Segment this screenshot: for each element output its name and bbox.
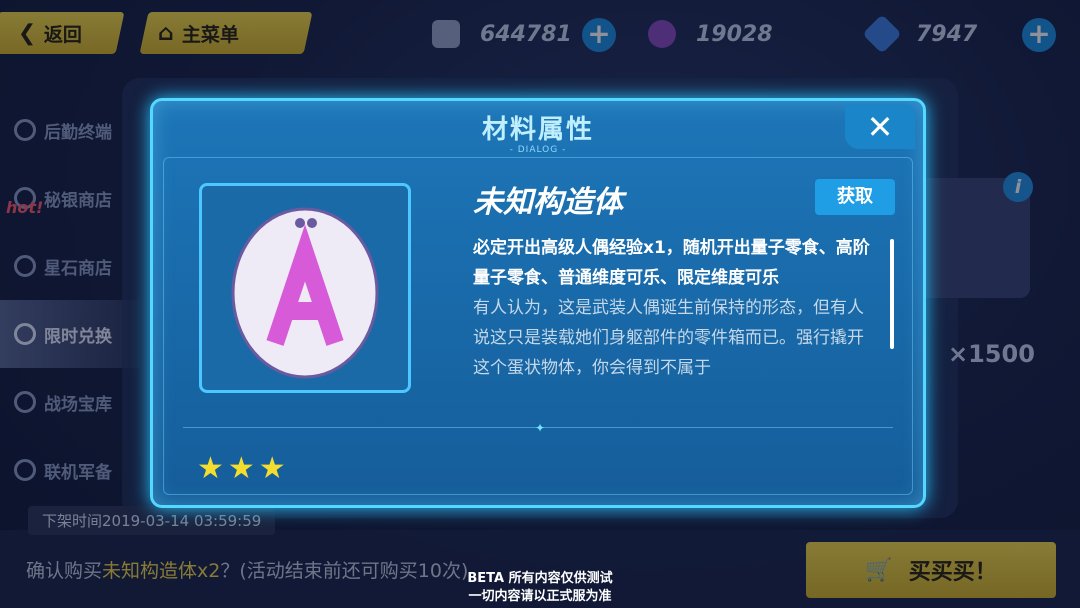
item-image: [199, 183, 411, 393]
material-dialog: 材料属性 - DIALOG - ✕ 未知构造体 获取 必定开出高级人偶经验x1，…: [150, 98, 926, 508]
close-button[interactable]: ✕: [845, 105, 915, 149]
divider-star-icon: ✦: [535, 421, 546, 435]
description-effect: 必定开出高级人偶经验x1，随机开出量子零食、高阶量子零食、普通维度可乐、限定维度…: [473, 238, 870, 288]
beta-watermark: BETA 所有内容仅供测试 一切内容请以正式服为准: [0, 570, 1080, 606]
beta-line-1: BETA 所有内容仅供测试: [467, 571, 613, 586]
close-icon: ✕: [866, 108, 894, 146]
scrollbar[interactable]: [890, 239, 894, 349]
beta-line-2: 一切内容请以正式服为准: [468, 589, 612, 604]
obtain-button[interactable]: 获取: [815, 179, 895, 215]
egg-icon: [231, 207, 379, 379]
dialog-title: 材料属性: [481, 115, 594, 145]
item-name: 未知构造体: [473, 185, 623, 220]
description-flavor: 有人认为，这是武装人偶诞生前保持的形态，但有人说这只是装载她们身躯部件的零件箱而…: [473, 298, 864, 378]
dialog-subtitle: - DIALOG -: [509, 145, 567, 155]
rarity-stars: ★★★: [197, 451, 290, 486]
item-description[interactable]: 必定开出高级人偶经验x1，随机开出量子零食、高阶量子零食、普通维度可乐、限定维度…: [473, 233, 879, 383]
